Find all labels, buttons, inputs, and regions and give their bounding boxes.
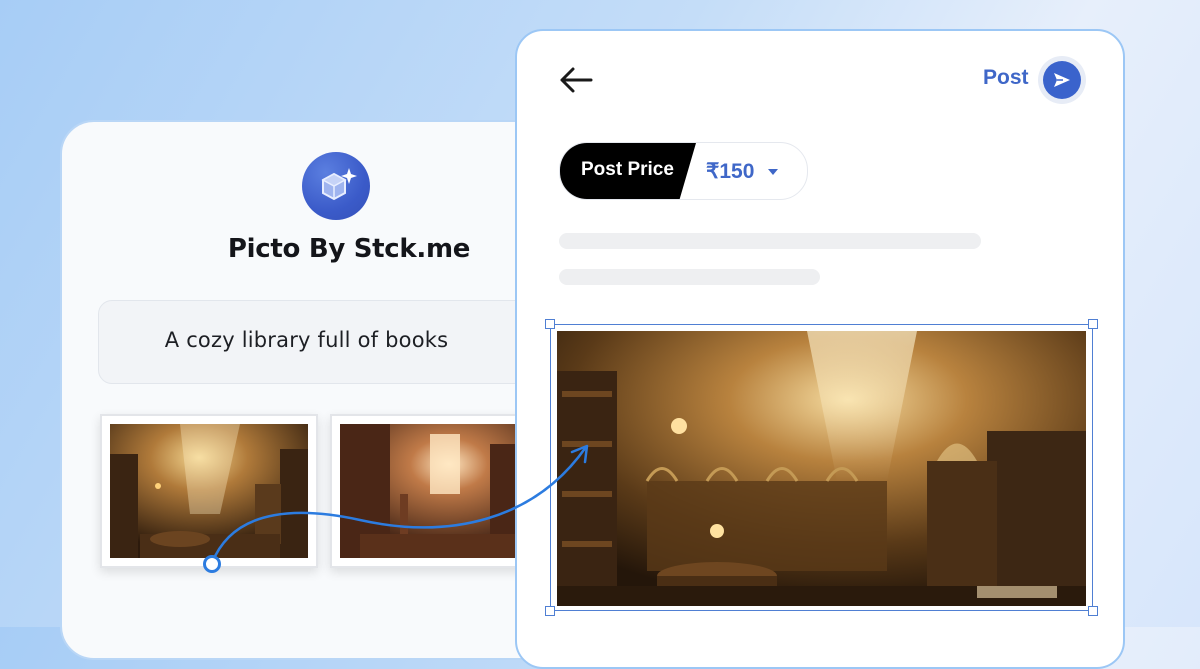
resize-handle-top-left[interactable]: [545, 319, 555, 329]
generated-thumbnail-1[interactable]: [100, 414, 318, 568]
caret-down-icon[interactable]: [768, 169, 778, 175]
post-button-label[interactable]: Post: [983, 66, 1029, 90]
post-price-selector[interactable]: Post Price ₹150: [559, 142, 808, 200]
text-placeholder-line: [559, 233, 981, 249]
post-price-value[interactable]: ₹150: [706, 159, 754, 184]
library-image-thumbnail: [340, 424, 538, 558]
image-selection-frame[interactable]: [550, 324, 1093, 611]
post-price-label: Post Price: [581, 159, 674, 180]
post-editor-card: Post Post Price ₹150: [515, 29, 1125, 669]
picto-generator-card: Picto By Stck.me A cozy library full of …: [60, 120, 618, 660]
resize-handle-top-right[interactable]: [1088, 319, 1098, 329]
prompt-text: A cozy library full of books: [164, 328, 449, 352]
resize-handle-bottom-right[interactable]: [1088, 606, 1098, 616]
arrow-left-icon[interactable]: [557, 65, 595, 95]
text-placeholder-line: [559, 269, 820, 285]
send-icon: [1043, 61, 1081, 99]
sparkle-cube-icon: [302, 152, 370, 220]
resize-handle-bottom-left[interactable]: [545, 606, 555, 616]
post-button[interactable]: [1038, 56, 1086, 104]
library-image-thumbnail: [110, 424, 308, 558]
